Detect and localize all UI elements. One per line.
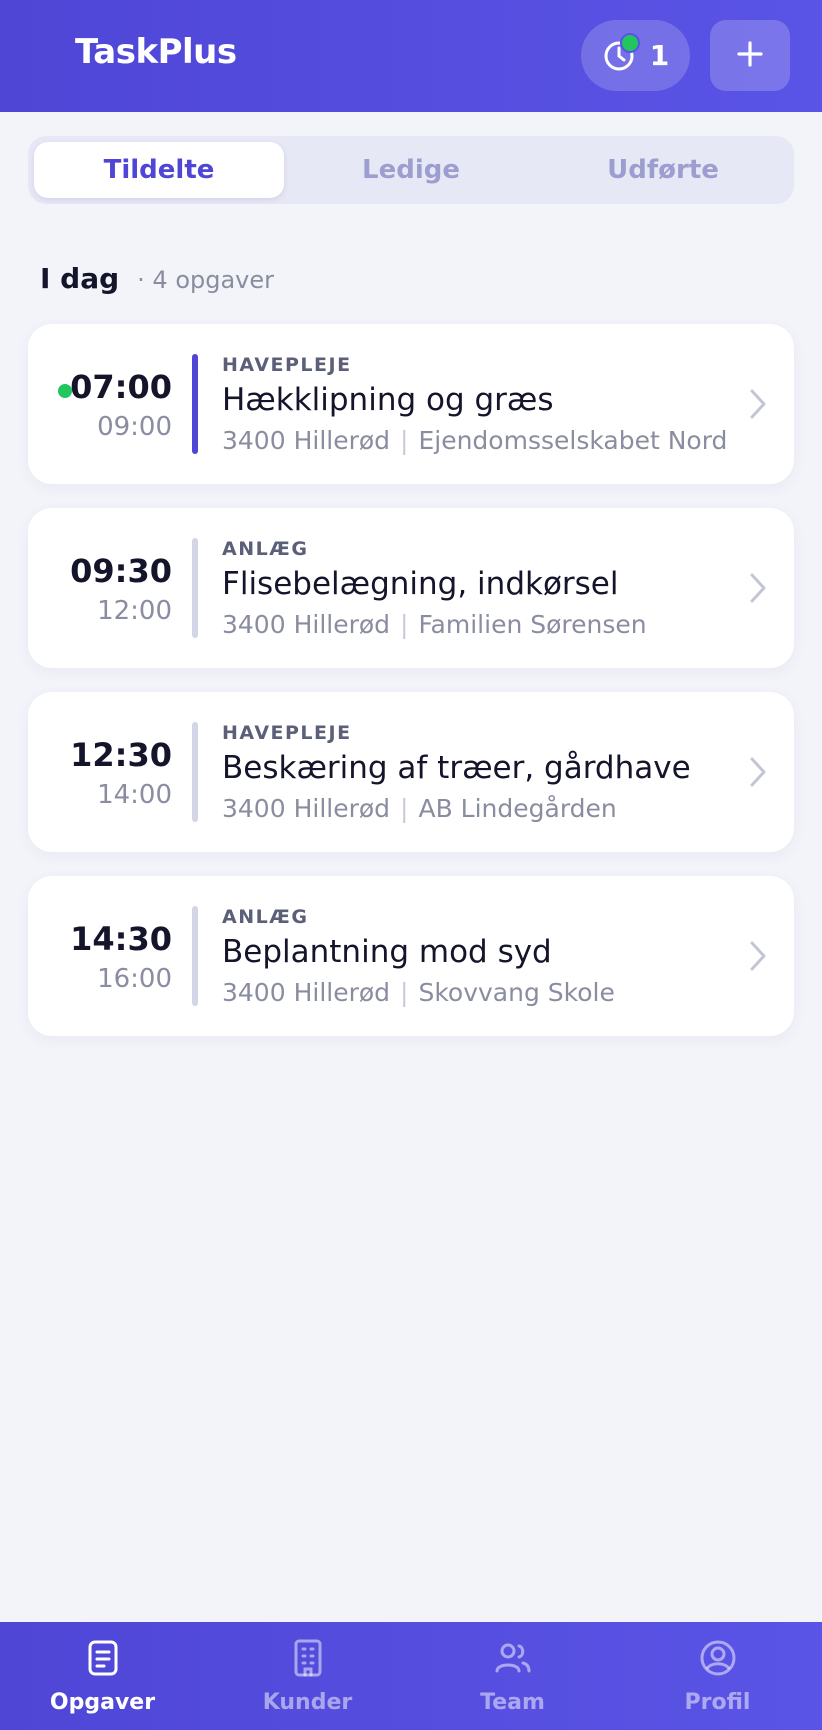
- bottom-navigation: Opgaver Kunder Team Profil: [0, 1622, 822, 1730]
- task-card[interactable]: 12:30 14:00 HAVEPLEJE Beskæring af træer…: [28, 692, 794, 852]
- task-accent-bar: [192, 538, 198, 638]
- active-timer-button[interactable]: 1: [581, 20, 690, 91]
- task-end-time: 09:00: [97, 412, 172, 442]
- task-start-time: 09:30: [70, 552, 172, 590]
- task-end-time: 14:00: [97, 780, 172, 810]
- task-customer: Skovvang Skole: [418, 978, 615, 1007]
- task-category: ANLÆG: [222, 538, 309, 560]
- task-postal: 3400 Hillerød: [222, 794, 391, 823]
- task-title: Hækklipning og græs: [222, 382, 554, 418]
- task-card[interactable]: 07:00 09:00 HAVEPLEJE Hækklipning og græ…: [28, 324, 794, 484]
- meta-divider: |: [400, 794, 409, 823]
- task-card[interactable]: 09:30 12:00 ANLÆG Flisebelægning, indkør…: [28, 508, 794, 668]
- tab-ledige[interactable]: Ledige: [286, 142, 536, 198]
- task-end-time: 12:00: [97, 596, 172, 626]
- task-meta: 3400 Hillerød | Ejendomsselskabet Nord: [222, 426, 727, 455]
- chevron-right-icon: [748, 756, 768, 792]
- task-accent-bar: [192, 722, 198, 822]
- nav-item-kunder[interactable]: Kunder: [205, 1622, 410, 1730]
- timer-running-indicator: [619, 32, 640, 53]
- task-count: · 4 opgaver: [137, 266, 275, 294]
- task-category: HAVEPLEJE: [222, 354, 352, 376]
- task-postal: 3400 Hillerød: [222, 426, 391, 455]
- task-card[interactable]: 14:30 16:00 ANLÆG Beplantning mod syd 34…: [28, 876, 794, 1036]
- clock-icon: [602, 32, 640, 73]
- task-start-time: 07:00: [70, 368, 172, 406]
- task-postal: 3400 Hillerød: [222, 610, 391, 639]
- task-customer: AB Lindegården: [418, 794, 617, 823]
- task-customer: Ejendomsselskabet Nord: [418, 426, 728, 455]
- nav-label: Profil: [684, 1689, 751, 1715]
- task-start-time: 12:30: [70, 736, 172, 774]
- tab-tildelte[interactable]: Tildelte: [34, 142, 284, 198]
- app-header: TaskPlus 1: [0, 0, 822, 112]
- user-circle-icon: [698, 1638, 738, 1682]
- meta-divider: |: [400, 978, 409, 1007]
- nav-item-profil[interactable]: Profil: [615, 1622, 820, 1730]
- task-filter-tabs: Tildelte Ledige Udførte: [28, 136, 794, 204]
- app-title: TaskPlus: [75, 32, 237, 72]
- add-task-button[interactable]: [710, 20, 790, 91]
- task-customer: Familien Sørensen: [418, 610, 647, 639]
- nav-item-team[interactable]: Team: [410, 1622, 615, 1730]
- task-meta: 3400 Hillerød | Skovvang Skole: [222, 978, 615, 1007]
- building-icon: [290, 1638, 326, 1682]
- chevron-right-icon: [748, 572, 768, 608]
- nav-item-opgaver[interactable]: Opgaver: [0, 1622, 205, 1730]
- task-category: ANLÆG: [222, 906, 309, 928]
- nav-label: Team: [480, 1689, 545, 1715]
- task-title: Beskæring af træer, gårdhave: [222, 750, 691, 786]
- meta-divider: |: [400, 426, 409, 455]
- task-category: HAVEPLEJE: [222, 722, 352, 744]
- nav-label: Kunder: [262, 1689, 353, 1715]
- task-start-time: 14:30: [70, 920, 172, 958]
- task-title: Beplantning mod syd: [222, 934, 552, 970]
- task-accent-bar: [192, 906, 198, 1006]
- tab-udforte[interactable]: Udførte: [538, 142, 788, 198]
- chevron-right-icon: [748, 388, 768, 424]
- task-meta: 3400 Hillerød | AB Lindegården: [222, 794, 617, 823]
- chevron-right-icon: [748, 940, 768, 976]
- timer-count: 1: [649, 39, 670, 72]
- task-postal: 3400 Hillerød: [222, 978, 391, 1007]
- plus-icon: [736, 40, 764, 72]
- clipboard-icon: [85, 1638, 121, 1682]
- nav-label: Opgaver: [49, 1689, 156, 1715]
- task-meta: 3400 Hillerød | Familien Sørensen: [222, 610, 647, 639]
- task-title: Flisebelægning, indkørsel: [222, 566, 619, 602]
- task-accent-bar: [192, 354, 198, 454]
- section-title: I dag: [40, 262, 120, 295]
- meta-divider: |: [400, 610, 409, 639]
- users-icon: [493, 1638, 533, 1682]
- section-header: I dag · 4 opgaver: [40, 262, 274, 295]
- task-end-time: 16:00: [97, 964, 172, 994]
